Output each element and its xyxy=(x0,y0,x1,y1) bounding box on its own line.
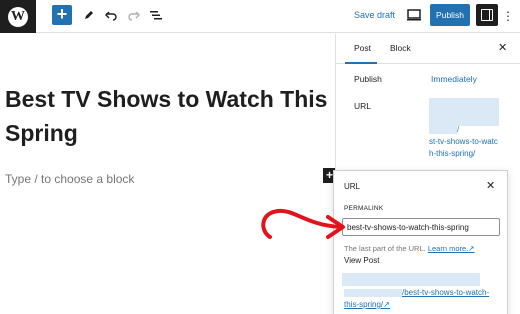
permalink-label: PERMALINK xyxy=(344,205,384,212)
popover-title: URL xyxy=(344,182,361,191)
blurred-url-domain xyxy=(429,98,499,126)
tab-post[interactable]: Post xyxy=(354,43,371,53)
close-icon[interactable]: ✕ xyxy=(498,41,507,54)
pen-icon[interactable] xyxy=(80,6,98,24)
view-post-link[interactable]: /best-tv-shows-to-watch-this-spring/↗ xyxy=(344,287,504,311)
block-placeholder[interactable]: Type / to choose a block xyxy=(5,172,134,186)
save-draft-button[interactable]: Save draft xyxy=(354,10,395,20)
url-link[interactable]: / st-tv-shows-to-watch-this-spring/ xyxy=(429,124,509,160)
settings-icon xyxy=(481,9,493,21)
more-options-icon[interactable]: ⋮ xyxy=(502,8,514,24)
annotation-arrow-icon xyxy=(261,208,345,239)
view-post-label: View Post xyxy=(344,256,380,265)
tab-block[interactable]: Block xyxy=(390,43,411,53)
active-tab-indicator xyxy=(345,62,377,64)
publish-label: Publish xyxy=(354,74,382,84)
url-link-slash: / xyxy=(457,125,460,134)
publish-button[interactable]: Publish xyxy=(430,4,470,26)
post-title[interactable]: Best TV Shows to Watch This Spring xyxy=(5,82,330,150)
blurred-link-segment xyxy=(344,288,402,297)
wordpress-logo-button[interactable]: W xyxy=(0,0,36,33)
help-text: The last part of the URL. xyxy=(344,244,426,253)
sidebar-tabs: Post Block ✕ xyxy=(336,34,520,64)
wordpress-icon: W xyxy=(8,6,28,27)
close-icon[interactable]: ✕ xyxy=(486,179,495,192)
url-popover: URL ✕ PERMALINK The last part of the URL… xyxy=(333,170,508,314)
publish-date-link[interactable]: Immediately xyxy=(431,74,477,84)
permalink-input[interactable] xyxy=(342,218,500,236)
permalink-help-text: The last part of the URL. Learn more.↗ xyxy=(344,244,475,253)
editor-toolbar: W + Save draft Publish ⋮ xyxy=(0,0,520,33)
redo-icon[interactable] xyxy=(124,6,142,24)
learn-more-link[interactable]: Learn more.↗ xyxy=(428,244,475,253)
blurred-post-domain xyxy=(342,273,480,286)
list-view-icon[interactable] xyxy=(147,6,165,24)
block-inserter-button[interactable]: + xyxy=(52,5,72,25)
url-label: URL xyxy=(354,101,372,111)
undo-icon[interactable] xyxy=(102,6,120,24)
blurred-url-segment xyxy=(429,125,457,134)
desktop-preview-icon[interactable] xyxy=(406,8,424,24)
url-link-rest: st-tv-shows-to-watch-this-spring/ xyxy=(429,137,498,158)
settings-button[interactable] xyxy=(476,4,498,26)
